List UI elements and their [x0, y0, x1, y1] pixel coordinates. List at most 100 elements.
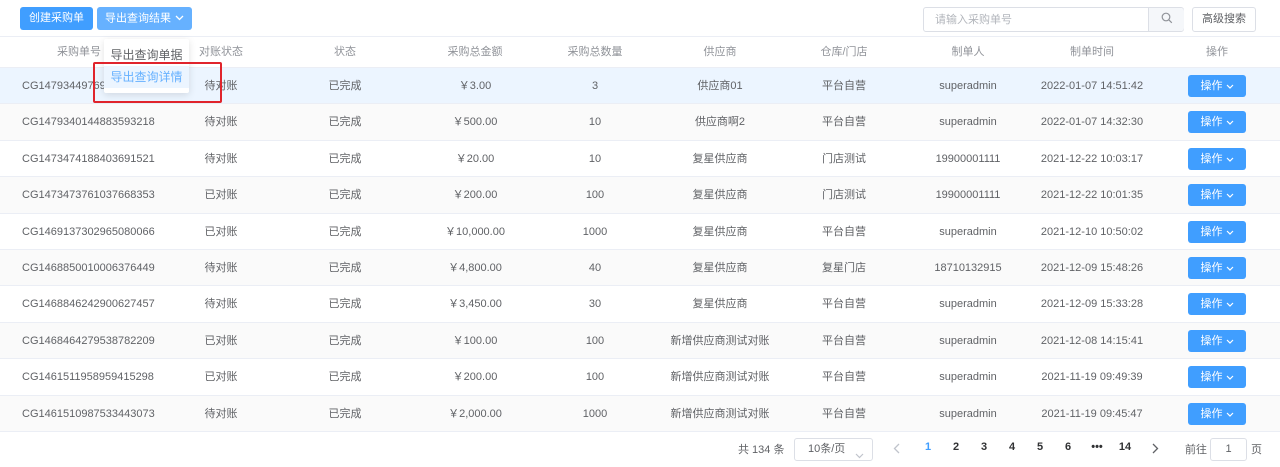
row-action-button[interactable]: 操作 — [1188, 111, 1246, 134]
row-action-button[interactable]: 操作 — [1188, 220, 1246, 243]
next-page-button[interactable] — [1152, 443, 1159, 457]
cell-status: 已完成 — [328, 334, 362, 347]
cell-status: 已完成 — [328, 298, 362, 311]
cell-status: 已完成 — [328, 189, 362, 202]
cell-store: 复星门店 — [822, 261, 866, 274]
page-number-4[interactable]: 4 — [1002, 441, 1022, 453]
page-number-14[interactable]: 14 — [1115, 441, 1135, 453]
cell-reconciliation-status: 待对账 — [204, 298, 238, 311]
cell-store: 平台自营 — [822, 80, 866, 92]
page-number-5[interactable]: 5 — [1030, 441, 1050, 453]
row-action-button[interactable]: 操作 — [1188, 147, 1246, 170]
chevron-down-icon — [1226, 184, 1234, 206]
page-size-select[interactable]: 10条/页 — [794, 438, 873, 461]
column-header-status: 状态 — [334, 46, 356, 58]
cell-order-no: CG1473473761037668353 — [22, 189, 155, 202]
table-row[interactable]: CG1473474188403691521 待对账 已完成 ￥20.00 10 … — [0, 141, 1280, 178]
chevron-down-icon — [855, 446, 864, 467]
table-row[interactable]: CG1461510987533443073 待对账 已完成 ￥2,000.00 … — [0, 395, 1280, 432]
table-row[interactable]: CG1461511958959415298 已对账 已完成 ￥200.00 10… — [0, 359, 1280, 396]
table-row[interactable]: CG1469137302965080066 已对账 已完成 ￥10,000.00… — [0, 214, 1280, 250]
cell-supplier: 新增供应商测试对账 — [670, 334, 770, 347]
cell-created-time: 2021-12-09 15:48:26 — [1040, 261, 1144, 274]
cell-amount: ￥500.00 — [452, 116, 498, 129]
advanced-search-label: 高级搜索 — [1202, 13, 1246, 25]
cell-supplier: 复星供应商 — [692, 189, 748, 202]
row-action-button[interactable]: 操作 — [1188, 366, 1246, 389]
chevron-right-icon — [1152, 443, 1159, 457]
row-action-button[interactable]: 操作 — [1188, 75, 1246, 97]
cell-quantity: 1000 — [582, 407, 608, 420]
cell-created-time: 2021-11-19 09:49:39 — [1041, 371, 1143, 384]
cell-order-no: CG1469137302965080066 — [22, 225, 155, 238]
row-action-button[interactable]: 操作 — [1188, 184, 1246, 207]
cell-quantity: 100 — [585, 189, 605, 202]
column-header-warehouse-store: 仓库/门店 — [820, 46, 868, 58]
search-button[interactable] — [1148, 8, 1184, 31]
chevron-down-icon — [1226, 293, 1234, 315]
table-row[interactable]: CG1468464279538782209 已对账 已完成 ￥100.00 10… — [0, 322, 1280, 360]
cell-order-no: CG1479340144883593218 — [22, 116, 155, 129]
page-number-1[interactable]: 1 — [918, 441, 938, 453]
cell-status: 已完成 — [328, 80, 362, 92]
chevron-down-icon — [1226, 221, 1234, 243]
page-number-6[interactable]: 6 — [1058, 441, 1078, 453]
cell-supplier: 供应商啊2 — [694, 116, 746, 129]
cell-amount: ￥100.00 — [452, 334, 498, 347]
cell-created-time: 2021-12-10 10:50:02 — [1040, 225, 1144, 238]
advanced-search-button[interactable]: 高级搜索 — [1192, 7, 1256, 32]
row-action-button[interactable]: 操作 — [1188, 293, 1246, 316]
page-ellipsis-more[interactable]: ••• — [1087, 441, 1107, 453]
column-header-total-quantity: 采购总数量 — [567, 46, 623, 58]
cell-status: 已完成 — [328, 152, 362, 165]
cell-store: 平台自营 — [822, 225, 866, 238]
cell-reconciliation-status: 待对账 — [204, 407, 238, 420]
cell-supplier: 新增供应商测试对账 — [670, 371, 770, 384]
cell-store: 平台自营 — [822, 116, 866, 129]
chevron-down-icon — [1226, 403, 1234, 425]
cell-quantity: 1000 — [582, 225, 608, 238]
column-header-total-amount: 采购总金额 — [447, 46, 503, 58]
cell-quantity: 3 — [591, 80, 599, 92]
export-results-button[interactable]: 导出查询结果 — [97, 7, 192, 30]
cell-status: 已完成 — [328, 116, 362, 129]
cell-created-time: 2021-12-09 15:33:28 — [1040, 298, 1144, 311]
cell-store: 平台自营 — [822, 407, 866, 420]
cell-store: 门店测试 — [822, 152, 866, 165]
table-row[interactable]: CG1468850010006376449 待对账 已完成 ￥4,800.00 … — [0, 249, 1280, 287]
cell-order-no: CG1468464279538782209 — [22, 334, 155, 347]
page-number-3[interactable]: 3 — [974, 441, 994, 453]
row-action-button[interactable]: 操作 — [1188, 402, 1246, 425]
cell-quantity: 100 — [585, 371, 605, 384]
cell-quantity: 10 — [588, 152, 602, 165]
cell-quantity: 100 — [585, 334, 605, 347]
row-action-label: 操作 — [1200, 189, 1223, 202]
cell-order-no: CG1473474188403691521 — [22, 152, 155, 165]
column-header-creator: 制单人 — [951, 46, 985, 58]
cell-creator: superadmin — [939, 407, 997, 420]
goto-page-input[interactable]: 1 — [1210, 438, 1247, 461]
table-row[interactable]: CG1468846242900627457 待对账 已完成 ￥3,450.00 … — [0, 286, 1280, 323]
cell-creator: superadmin — [939, 225, 997, 238]
chevron-down-icon — [175, 7, 184, 30]
page-number-2[interactable]: 2 — [946, 441, 966, 453]
goto-label: 前往 — [1185, 444, 1207, 456]
row-action-label: 操作 — [1200, 298, 1223, 311]
row-action-button[interactable]: 操作 — [1188, 256, 1246, 279]
create-purchase-order-button[interactable]: 创建采购单 — [20, 7, 93, 30]
cell-supplier: 新增供应商测试对账 — [670, 407, 770, 420]
cell-created-time: 2022-01-07 14:32:30 — [1040, 116, 1144, 129]
search-box — [923, 7, 1184, 32]
export-button-label: 导出查询结果 — [105, 12, 171, 25]
cell-reconciliation-status: 已对账 — [204, 189, 238, 202]
prev-page-button[interactable] — [893, 443, 900, 457]
row-action-label: 操作 — [1200, 261, 1223, 274]
table-row[interactable]: CG1479340144883593218 待对账 已完成 ￥500.00 10… — [0, 104, 1280, 141]
table-row[interactable]: CG1473473761037668353 已对账 已完成 ￥200.00 10… — [0, 177, 1280, 214]
cell-amount: ￥4,800.00 — [448, 261, 502, 274]
cell-status: 已完成 — [328, 371, 362, 384]
chevron-down-icon — [1226, 257, 1234, 279]
order-number-search-input[interactable] — [924, 8, 1148, 31]
total-count: 共 134 条 — [738, 444, 785, 456]
row-action-button[interactable]: 操作 — [1188, 329, 1246, 352]
